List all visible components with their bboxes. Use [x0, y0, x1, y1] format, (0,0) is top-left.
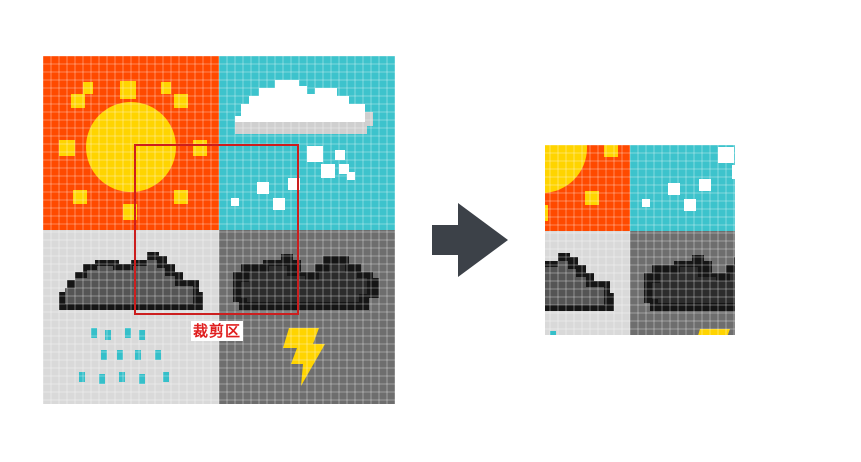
- cropped-weather-icons: [545, 145, 735, 335]
- cropped-result-image: [545, 145, 735, 335]
- crop-area-label: 裁剪区: [191, 321, 244, 341]
- weather-icons-grid: [42, 55, 396, 404]
- arrow-shape: [432, 203, 508, 277]
- right-arrow-icon: [432, 203, 508, 277]
- source-image: [42, 55, 396, 404]
